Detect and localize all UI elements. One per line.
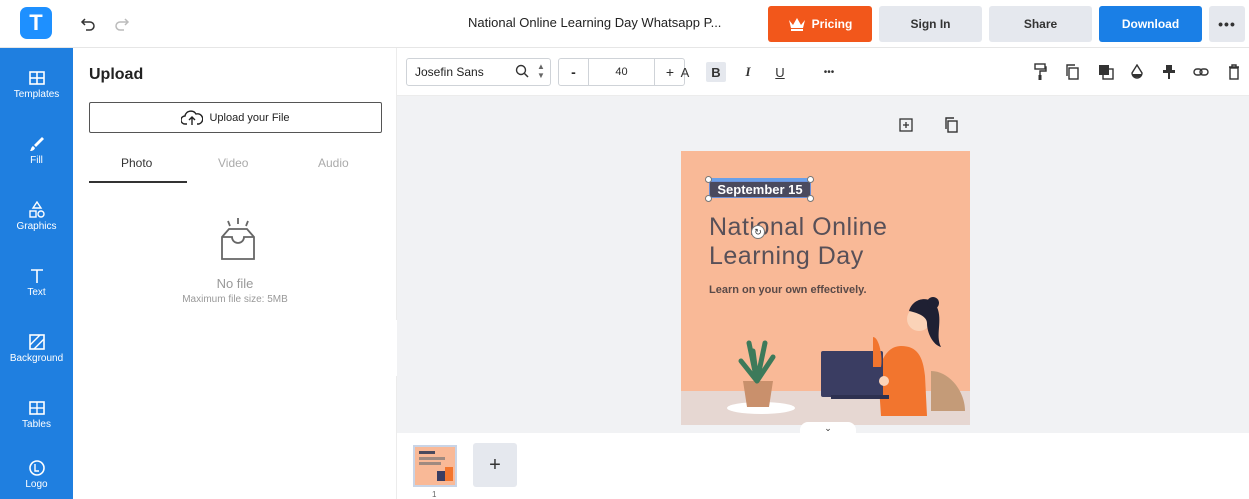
logo-icon	[28, 459, 45, 476]
layer-order-icon[interactable]	[1097, 62, 1115, 82]
text-case-button[interactable]: A	[675, 62, 695, 82]
canvas-workspace: September 15 National Online Learning Da…	[397, 96, 1249, 434]
editor-app: T National Online Learning Day Whatsapp …	[0, 0, 1249, 499]
sidebar-item-graphics[interactable]: Graphics	[0, 186, 73, 246]
font-family-select[interactable]: Josefin Sans ▲ ▼	[406, 58, 551, 86]
share-button[interactable]: Share	[989, 6, 1092, 42]
opacity-icon[interactable]	[1128, 62, 1146, 82]
duplicate-page-icon[interactable]	[942, 116, 960, 134]
pricing-label: Pricing	[811, 17, 853, 31]
sidebar-item-tables[interactable]: Tables	[0, 384, 73, 444]
thumbnail-title-bar	[419, 462, 441, 465]
format-toolbar: Josefin Sans ▲ ▼ - 40 + A B I U •••	[397, 48, 1249, 96]
font-spinner-icon[interactable]: ▲ ▼	[537, 62, 545, 80]
design-canvas[interactable]: September 15 National Online Learning Da…	[681, 151, 970, 425]
tab-video[interactable]: Video	[218, 156, 248, 170]
cloud-upload-icon	[181, 109, 204, 125]
app-logo[interactable]: T	[20, 7, 52, 39]
date-text[interactable]: September 15	[709, 181, 811, 198]
active-tab-indicator	[89, 181, 187, 183]
panel-title: Upload	[89, 66, 144, 83]
pricing-button[interactable]: Pricing	[768, 6, 872, 42]
sidebar-item-logo[interactable]: Logo	[0, 448, 73, 499]
rotate-handle-icon[interactable]: ↻	[751, 225, 765, 239]
sidebar-label-background: Background	[9, 352, 64, 364]
upload-file-button[interactable]: Upload your File	[89, 102, 382, 133]
upload-file-label: Upload your File	[209, 111, 290, 124]
download-button[interactable]: Download	[1099, 6, 1202, 42]
search-icon	[515, 64, 529, 78]
chevron-down-icon: ⌄	[824, 423, 832, 433]
table-icon	[28, 400, 45, 415]
resize-handle[interactable]	[807, 176, 814, 183]
bold-button[interactable]: B	[706, 62, 726, 82]
sidebar-label-logo: Logo	[25, 478, 48, 490]
font-size-stepper: - 40 +	[558, 58, 685, 86]
resize-handle[interactable]	[807, 195, 814, 202]
thumbnail-figure	[445, 467, 453, 481]
format-painter-icon[interactable]	[1031, 62, 1049, 82]
sign-in-button[interactable]: Sign In	[879, 6, 982, 42]
thumbnail-title-bar	[419, 457, 445, 460]
sidebar: Templates Fill Graphics Text Background …	[0, 48, 73, 499]
page-number: 1	[432, 490, 437, 499]
more-options-button[interactable]: •••	[1209, 6, 1245, 42]
font-size-value[interactable]: 40	[589, 59, 655, 85]
duplicate-icon[interactable]	[1063, 62, 1081, 82]
text-icon	[30, 268, 43, 283]
sidebar-item-text[interactable]: Text	[0, 252, 73, 312]
sidebar-label-text: Text	[27, 286, 46, 298]
resize-handle[interactable]	[705, 195, 712, 202]
page-strip: 1 +	[397, 433, 1249, 499]
document-title[interactable]: National Online Learning Day Whatsapp P.…	[468, 15, 721, 30]
top-bar: T National Online Learning Day Whatsapp …	[0, 0, 1249, 48]
design-title[interactable]: National Online Learning Day	[709, 213, 949, 271]
background-icon	[28, 333, 45, 350]
shapes-icon	[28, 200, 45, 218]
crown-icon	[788, 18, 805, 31]
max-file-size-text: Maximum file size: 5MB	[182, 294, 288, 305]
more-format-button[interactable]: •••	[819, 62, 839, 82]
font-family-value: Josefin Sans	[415, 65, 484, 79]
sidebar-item-background[interactable]: Background	[0, 318, 73, 378]
italic-button[interactable]: I	[738, 62, 758, 82]
sidebar-label-templates: Templates	[13, 88, 60, 100]
tab-photo[interactable]: Photo	[121, 156, 152, 170]
sidebar-label-tables: Tables	[22, 418, 51, 430]
templates-icon	[28, 70, 45, 85]
underline-button[interactable]: U	[770, 62, 790, 82]
sidebar-label-graphics: Graphics	[16, 220, 57, 232]
sidebar-label-fill: Fill	[30, 154, 43, 166]
page-thumbnail[interactable]	[413, 445, 457, 487]
redo-icon[interactable]	[111, 13, 133, 35]
upload-panel: Upload Upload your File Photo Video Audi…	[73, 48, 397, 499]
brush-icon	[29, 136, 44, 151]
thumbnail-date-bar	[419, 451, 435, 454]
undo-icon[interactable]	[77, 13, 99, 35]
delete-icon[interactable]	[1225, 62, 1243, 82]
sidebar-item-fill[interactable]: Fill	[0, 120, 73, 180]
illustration	[727, 297, 965, 416]
resize-handle[interactable]	[705, 176, 712, 183]
sidebar-item-templates[interactable]: Templates	[0, 54, 73, 114]
pin-icon[interactable]	[1160, 62, 1178, 82]
no-file-text: No file	[216, 276, 254, 291]
empty-inbox-icon	[221, 218, 255, 260]
link-icon[interactable]	[1192, 62, 1210, 82]
font-size-decrease-button[interactable]: -	[559, 59, 589, 85]
add-page-icon[interactable]	[897, 116, 915, 134]
add-page-button[interactable]: +	[473, 443, 517, 487]
tab-audio[interactable]: Audio	[318, 156, 349, 170]
